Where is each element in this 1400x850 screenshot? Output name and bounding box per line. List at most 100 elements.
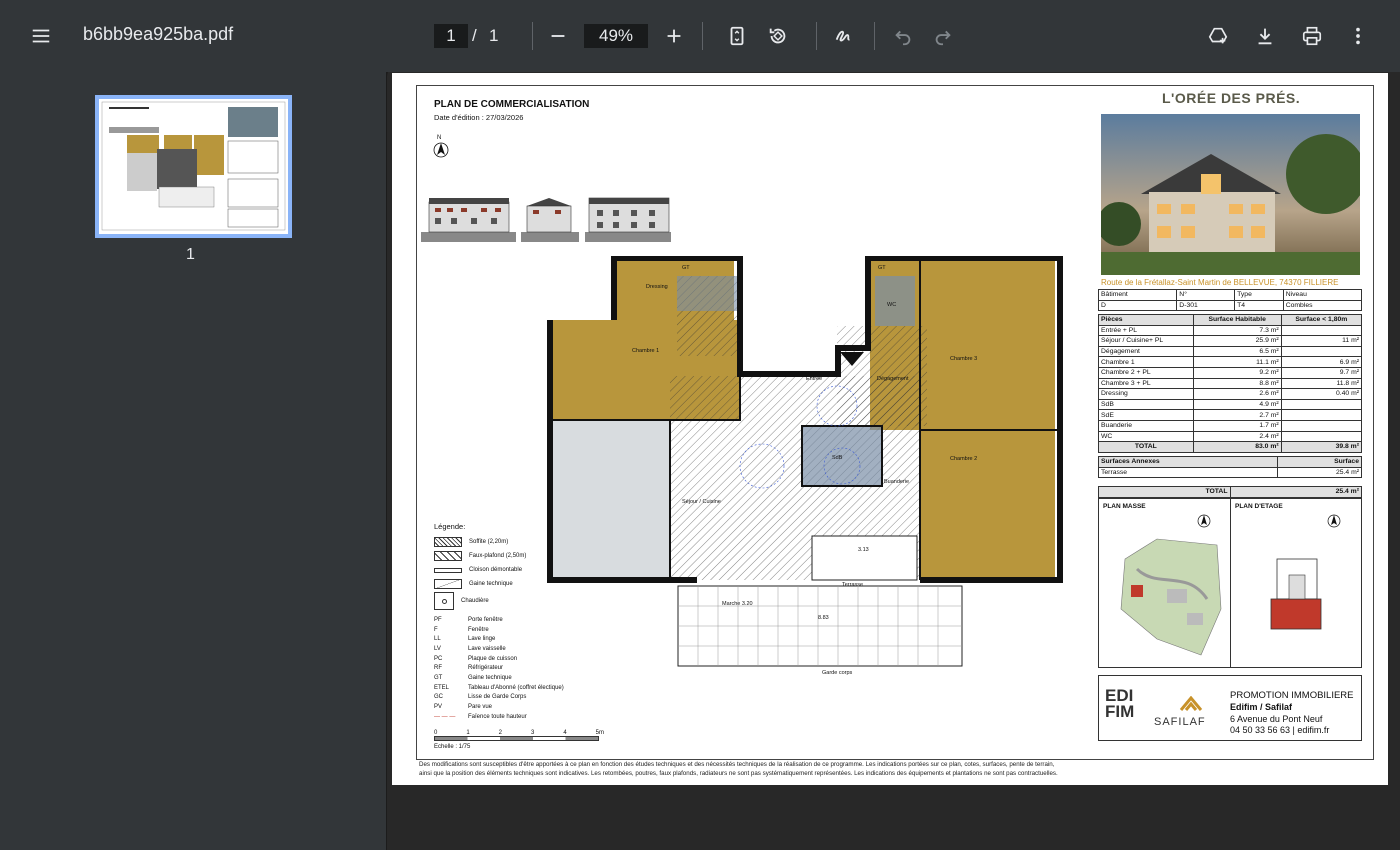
table-row: Chambre 3 + PL 8.8 m² 11.8 m² bbox=[1098, 377, 1363, 390]
room-chambre2: Chambre 2 bbox=[950, 456, 977, 462]
facade-elevations bbox=[421, 197, 671, 242]
north-label: N bbox=[437, 135, 442, 141]
gaine-swatch bbox=[434, 579, 462, 589]
label-garde-corps: Garde corps bbox=[822, 670, 853, 676]
safilaf-logo-icon bbox=[1179, 696, 1203, 711]
table-row: Séjour / Cuisine+ PL 25.9 m² 11 m² bbox=[1098, 335, 1363, 347]
site-plans: PLAN MASSE PLAN D'ETAGE bbox=[1098, 498, 1362, 668]
toolbar-divider bbox=[816, 22, 817, 50]
room-gt2: GT bbox=[878, 265, 886, 271]
page-total: 1 bbox=[489, 26, 499, 45]
legend-abbr: ETEL Tableau d'Abonné (coffret électique) bbox=[434, 684, 564, 691]
rotate-icon[interactable] bbox=[762, 20, 794, 52]
thumbnail-preview bbox=[99, 99, 288, 234]
fit-page-icon[interactable] bbox=[721, 20, 753, 52]
table-row: SdB 4.9 m² bbox=[1098, 398, 1363, 411]
legend-item: Chaudière bbox=[434, 591, 604, 611]
building-render bbox=[1101, 114, 1360, 275]
disclaimer: Des modifications sont susceptibles d'êt… bbox=[419, 761, 1058, 777]
lot-table: Bâtiment N° Type Niveau D D-301 T4 Combles bbox=[1097, 289, 1363, 312]
menu-icon[interactable] bbox=[25, 20, 57, 52]
chaudiere-swatch bbox=[434, 592, 454, 610]
page-thumbnail[interactable] bbox=[95, 95, 292, 238]
annex-table: Surfaces Annexes Surface Terrasse 25.4 m² bbox=[1098, 456, 1363, 479]
north-arrow-icon bbox=[1197, 514, 1211, 528]
legend-abbr: LL Lave linge bbox=[434, 636, 496, 643]
plan-title: PLAN DE COMMERCIALISATION bbox=[434, 99, 590, 110]
legend-abbr: PV Pare vue bbox=[434, 704, 493, 711]
table-row: Terrasse 25.4 m² bbox=[1098, 466, 1363, 479]
site-map bbox=[1120, 538, 1222, 656]
thumbnail-sidebar: 1 bbox=[0, 72, 387, 850]
room-dressing: Dressing bbox=[646, 284, 668, 290]
pdf-toolbar: b6bb9ea925ba.pdf 1 / 1 49% bbox=[0, 0, 1400, 72]
legend: Légende: Soffite (2,20m) Faux-plafond (2… bbox=[434, 522, 604, 750]
room-sejour: Séjour / Cuisine bbox=[682, 499, 721, 505]
north-arrow-icon bbox=[1327, 514, 1341, 528]
plan-masse-title: PLAN MASSE bbox=[1103, 503, 1146, 510]
room-terrasse: Terrasse bbox=[842, 582, 863, 588]
table-row: Chambre 2 + PL 9.2 m² 9.7 m² bbox=[1098, 366, 1363, 379]
legend-abbr: F Fenêtre bbox=[434, 626, 489, 633]
address: Route de la Frétallaz-Saint Martin de BE… bbox=[1101, 278, 1339, 287]
table-row: SdE 2.7 m² bbox=[1098, 409, 1363, 421]
legend-title: Légende: bbox=[434, 522, 466, 531]
promoter-block: EDI FIM SAFILAF PROMOTION IMMOBILIERE Ed… bbox=[1098, 675, 1362, 741]
dimension-883: 8.83 bbox=[818, 615, 829, 621]
zoom-in-icon[interactable] bbox=[658, 20, 690, 52]
legend-abbr: RF Réfrigérateur bbox=[434, 665, 504, 672]
toolbar-divider bbox=[532, 22, 533, 50]
brand-logo: L'ORÉE DES PRÉS. bbox=[1162, 90, 1301, 106]
page-separator: / bbox=[472, 26, 477, 45]
annotate-icon[interactable] bbox=[828, 20, 860, 52]
rooms-table: Pièces Surface Habitable Surface < 1,80m E… bbox=[1098, 314, 1363, 453]
pdf-page: PLAN DE COMMERCIALISATION Date d'édition… bbox=[392, 73, 1388, 785]
pdf-viewer[interactable]: PLAN DE COMMERCIALISATION Date d'édition… bbox=[388, 72, 1400, 850]
more-options-icon[interactable] bbox=[1342, 20, 1374, 52]
zoom-out-icon[interactable] bbox=[542, 20, 574, 52]
edifim-logo: EDI FIM bbox=[1105, 686, 1135, 721]
legend-abbr: PF Porte fenêtre bbox=[434, 616, 503, 623]
toolbar-divider bbox=[874, 22, 875, 50]
redo-icon[interactable] bbox=[927, 20, 959, 52]
floor-key-plan bbox=[1270, 558, 1322, 630]
zoom-level-input[interactable]: 49% bbox=[584, 24, 648, 48]
page-number-input[interactable]: 1 bbox=[434, 24, 468, 48]
room-chambre1: Chambre 1 bbox=[632, 348, 659, 354]
promo-line1: PROMOTION IMMOBILIERE bbox=[1230, 690, 1354, 701]
promo-line2: Edifim / Safilaf bbox=[1230, 702, 1293, 712]
toolbar-divider bbox=[702, 22, 703, 50]
grand-total-table: TOTAL 25.4 m² bbox=[1098, 486, 1362, 498]
thumbnail-page-number: 1 bbox=[186, 246, 195, 263]
room-entree: Entrée bbox=[806, 376, 822, 382]
table-row: Dressing 2.6 m² 0.40 m² bbox=[1098, 388, 1363, 400]
undo-icon[interactable] bbox=[887, 20, 919, 52]
room-degagement: Dégagement bbox=[877, 376, 909, 382]
document-title: b6bb9ea925ba.pdf bbox=[83, 24, 234, 44]
faux-plafond-swatch bbox=[434, 551, 462, 561]
scale-bar bbox=[434, 735, 599, 741]
table-row: Chambre 1 11.1 m² 6.9 m² bbox=[1098, 356, 1363, 368]
floor-plan: Dressing Chambre 1 Chambre 3 Chambre 2 S… bbox=[547, 256, 1063, 676]
legend-abbr: GC Lisse de Garde Corps bbox=[434, 694, 527, 701]
soffite-swatch bbox=[434, 537, 462, 547]
download-icon[interactable] bbox=[1249, 20, 1281, 52]
dimension-marche: Marche 3.20 bbox=[722, 601, 753, 607]
total-row: TOTAL 83.0 m² 39.8 m² bbox=[1098, 441, 1363, 453]
promo-line3: 6 Avenue du Pont Neuf bbox=[1230, 714, 1323, 724]
drive-add-icon[interactable] bbox=[1202, 20, 1234, 52]
room-chambre3: Chambre 3 bbox=[950, 356, 977, 362]
print-icon[interactable] bbox=[1296, 20, 1328, 52]
safilaf-logo: SAFILAF bbox=[1154, 716, 1206, 728]
legend-item: Cloison démontable bbox=[434, 563, 604, 577]
dimension-313: 3.13 bbox=[858, 547, 869, 553]
legend-abbr: LV Lave vaisselle bbox=[434, 645, 506, 652]
legend-item: Gaine technique bbox=[434, 577, 604, 591]
legend-item: Soffite (2,20m) bbox=[434, 535, 604, 549]
page-frame: PLAN DE COMMERCIALISATION Date d'édition… bbox=[416, 85, 1374, 760]
table-row: Entrée + PL 7.3 m² bbox=[1098, 324, 1363, 337]
legend-abbr: PC Plaque de cuisson bbox=[434, 655, 518, 662]
edition-date: Date d'édition : 27/03/2026 bbox=[434, 113, 524, 122]
cloison-swatch bbox=[434, 567, 462, 573]
table-row: Dégagement 6.5 m² bbox=[1098, 345, 1363, 358]
